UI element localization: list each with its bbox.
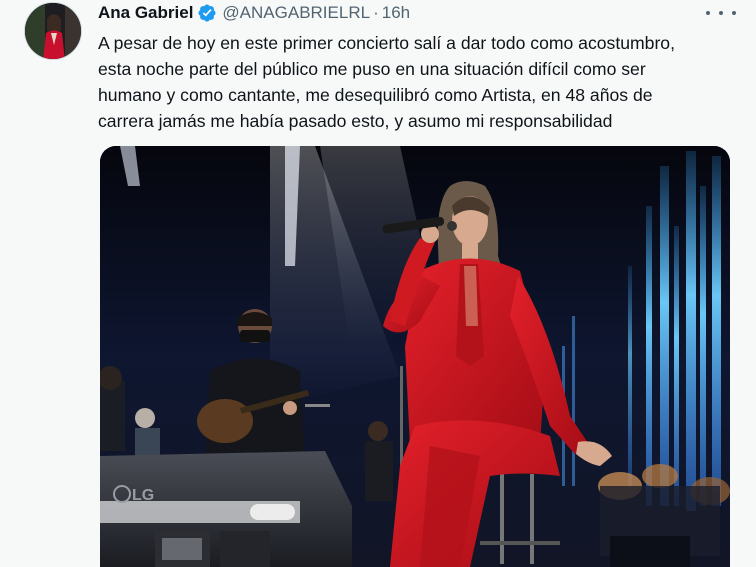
tweet-text: A pesar de hoy en este primer concierto …	[98, 30, 748, 134]
author-name[interactable]: Ana Gabriel	[98, 3, 193, 23]
tweet-text-line: esta noche parte del público me puso en …	[98, 59, 646, 79]
tweet-text-line: A pesar de hoy en este primer concierto …	[98, 33, 675, 53]
tweet-text-line: carrera jamás me había pasado esto, y as…	[98, 111, 613, 131]
tweet-photo[interactable]: LG	[100, 146, 730, 567]
tweet-header: Ana Gabriel @ANAGABRIELRL · 16h	[98, 2, 410, 24]
timestamp[interactable]: 16h	[382, 3, 410, 23]
concert-photo: LG	[100, 146, 730, 567]
separator-dot: ·	[373, 3, 379, 22]
author-handle[interactable]: @ANAGABRIELRL	[222, 3, 370, 23]
avatar[interactable]	[24, 2, 82, 60]
more-options-icon[interactable]	[706, 4, 736, 22]
verified-badge-icon	[197, 3, 217, 23]
tweet-text-line: humano y como cantante, me desequilibró …	[98, 85, 653, 105]
tweet-card[interactable]: Ana Gabriel @ANAGABRIELRL · 16h A pesar …	[0, 0, 756, 567]
avatar-image	[25, 3, 81, 59]
monitor-brand-label: LG	[132, 487, 154, 504]
